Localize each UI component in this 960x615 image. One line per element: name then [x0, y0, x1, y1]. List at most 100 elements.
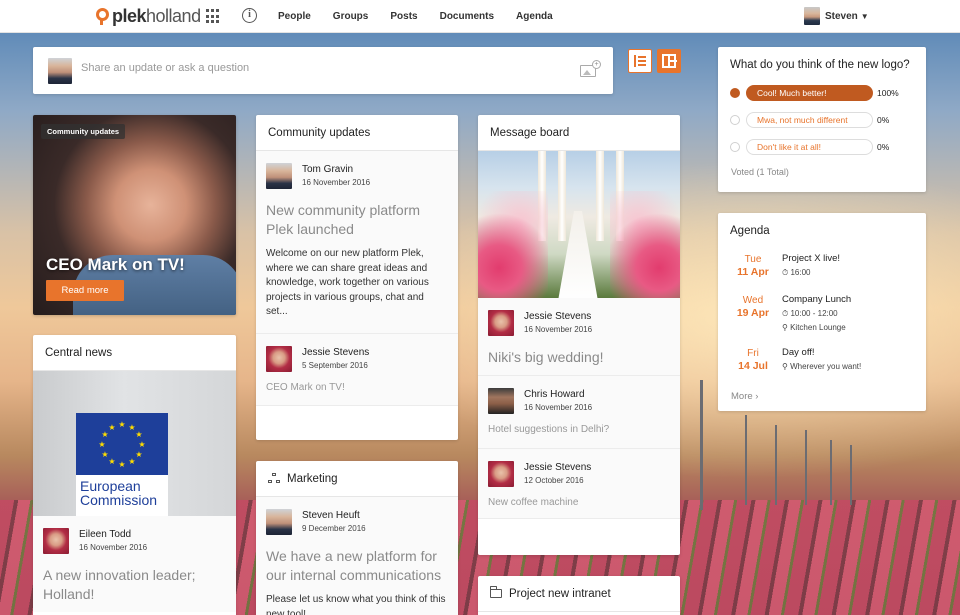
nav-groups[interactable]: Groups	[333, 11, 369, 22]
eu-label-line1: European	[80, 478, 141, 494]
agenda-date: 14 Jul	[738, 360, 768, 372]
poll-percent: 0%	[877, 142, 890, 152]
nav-posts[interactable]: Posts	[390, 11, 417, 22]
plekholland-logo[interactable]: plekholland	[95, 3, 201, 29]
post-body: Please let us know what you think of thi…	[266, 594, 446, 615]
nav-agenda[interactable]: Agenda	[516, 11, 553, 22]
post-title[interactable]: New coffee machine	[488, 497, 670, 508]
agenda-location: Wherever you want!	[790, 362, 862, 371]
poll-option-label[interactable]: Mwa, not much different	[746, 112, 873, 128]
avatar	[48, 58, 72, 84]
european-commission-image[interactable]: ★ ★ ★ ★ ★ ★ ★ ★ ★ ★ ★ ★ European Commiss…	[33, 371, 236, 516]
list-item[interactable]: Chris Howard 16 November 2016 Hotel sugg…	[478, 376, 680, 449]
avatar	[488, 310, 514, 336]
agenda-weekday: Wed	[742, 295, 764, 306]
card-title: Central news	[33, 335, 236, 371]
svg-text:★: ★	[101, 450, 108, 459]
poll-card: What do you think of the new logo? Cool!…	[718, 47, 926, 192]
poll-radio[interactable]	[730, 142, 740, 152]
agenda-title: Project X live!	[782, 253, 841, 264]
author-name: Jessie Stevens	[302, 347, 370, 358]
svg-text:★: ★	[118, 420, 125, 429]
card-title: Community updates	[256, 115, 458, 151]
layout-grid-icon	[662, 54, 677, 68]
post-title[interactable]: New community platform Plek launched	[266, 201, 448, 239]
list-item[interactable]: Steven Heuft 9 December 2016 We have a n…	[256, 497, 458, 615]
location-pin-icon: ⚲	[782, 362, 788, 371]
list-item[interactable]: Eileen Todd 16 November 2016 A new innov…	[33, 516, 236, 612]
poll-option[interactable]: Mwa, not much different 0%	[730, 112, 889, 128]
card-title: Agenda	[730, 225, 770, 237]
wedding-photo[interactable]	[478, 151, 680, 298]
poll-option[interactable]: Cool! Much better! 100%	[730, 85, 899, 101]
read-more-button[interactable]: Read more	[46, 280, 124, 301]
svg-text:★: ★	[108, 457, 115, 466]
poll-option-label[interactable]: Don't like it at all!	[746, 139, 873, 155]
top-navigation-bar: plekholland i People Groups Posts Docume…	[0, 0, 960, 33]
svg-text:★: ★	[98, 440, 105, 449]
grid-view-button[interactable]	[657, 49, 681, 73]
add-image-icon[interactable]: +	[580, 60, 601, 77]
list-item[interactable]: Jessie Stevens 16 November 2016 Niki's b…	[478, 298, 680, 376]
avatar	[266, 346, 292, 372]
svg-text:★: ★	[108, 423, 115, 432]
main-nav: People Groups Posts Documents Agenda	[278, 0, 575, 33]
apps-grid-icon[interactable]	[206, 9, 221, 24]
clock-icon: ⏱	[782, 268, 789, 277]
post-date: 16 November 2016	[302, 178, 371, 187]
folder-icon	[490, 586, 502, 598]
avatar	[266, 509, 292, 535]
post-title[interactable]: Hotel suggestions in Delhi?	[488, 424, 670, 435]
post-title[interactable]: Niki's big wedding!	[488, 348, 670, 367]
svg-text:★: ★	[118, 460, 125, 469]
poll-question: What do you think of the new logo?	[730, 59, 910, 71]
svg-text:★: ★	[135, 430, 142, 439]
author-name: Eileen Todd	[79, 529, 132, 540]
list-item[interactable]: Jessie Stevens 12 October 2016 New coffe…	[478, 449, 680, 519]
hero-card[interactable]: Community updates CEO Mark on TV! Read m…	[33, 115, 236, 315]
list-item[interactable]: Jessie Stevens 5 September 2016 CEO Mark…	[256, 334, 458, 406]
agenda-location: Kitchen Lounge	[790, 323, 846, 332]
list-item[interactable]: Tom Gravin 16 November 2016 New communit…	[256, 151, 458, 334]
avatar	[804, 7, 820, 25]
hero-badge: Community updates	[41, 124, 126, 139]
user-menu[interactable]: Steven ▼	[804, 7, 869, 25]
eu-flag-icon: ★ ★ ★ ★ ★ ★ ★ ★ ★ ★ ★ ★	[76, 413, 168, 475]
agenda-item[interactable]: Wed 19 Apr Company Lunch ⏱ 10:00 - 12:00…	[718, 294, 926, 344]
post-date: 16 November 2016	[79, 543, 148, 552]
post-date: 12 October 2016	[524, 476, 584, 485]
svg-text:★: ★	[128, 457, 135, 466]
post-date: 16 November 2016	[524, 325, 593, 334]
post-title[interactable]: A new innovation leader; Holland!	[43, 566, 226, 604]
nav-documents[interactable]: Documents	[440, 11, 494, 22]
clock-icon: ⏱	[782, 309, 789, 318]
agenda-more-link[interactable]: More ›	[731, 391, 758, 402]
share-update-composer: +	[33, 47, 613, 94]
avatar	[488, 388, 514, 414]
wind-turbine-tower	[805, 430, 807, 505]
project-intranet-card: Project new intranet	[478, 576, 680, 615]
poll-radio[interactable]	[730, 88, 740, 98]
agenda-date: 19 Apr	[736, 307, 770, 319]
wind-turbine-tower	[830, 440, 832, 505]
wind-turbine-tower	[700, 380, 703, 510]
share-update-input[interactable]	[81, 62, 551, 74]
post-title[interactable]: We have a new platform for our internal …	[266, 547, 448, 585]
svg-text:★: ★	[138, 440, 145, 449]
nav-people[interactable]: People	[278, 11, 311, 22]
svg-text:★: ★	[135, 450, 142, 459]
info-icon[interactable]: i	[242, 8, 257, 23]
agenda-title: Company Lunch	[782, 294, 852, 305]
chevron-right-icon: ›	[755, 391, 759, 402]
avatar	[266, 163, 292, 189]
poll-radio[interactable]	[730, 115, 740, 125]
post-title[interactable]: CEO Mark on TV!	[266, 382, 448, 393]
poll-option-label[interactable]: Cool! Much better!	[746, 85, 873, 101]
org-chart-icon	[268, 473, 280, 484]
sort-view-button[interactable]	[628, 49, 652, 73]
more-label: More	[731, 391, 753, 402]
poll-option[interactable]: Don't like it at all! 0%	[730, 139, 889, 155]
agenda-item[interactable]: Fri 14 Jul Day off! ⚲ Wherever you want!	[718, 347, 926, 397]
agenda-time: 10:00 - 12:00	[790, 309, 838, 318]
hero-title: CEO Mark on TV!	[46, 255, 185, 274]
